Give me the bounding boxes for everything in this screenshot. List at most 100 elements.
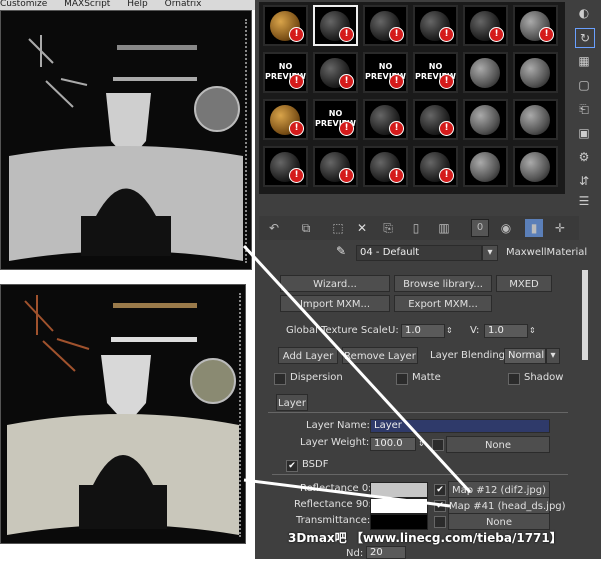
material-slot[interactable]: ! [263, 146, 308, 187]
nd-field[interactable]: 20 [366, 546, 406, 559]
material-slot[interactable] [463, 146, 508, 187]
sample-uv-tiling-icon[interactable]: ▢ [575, 76, 593, 94]
import-mxm-button[interactable]: Import MXM... [280, 295, 390, 312]
material-name-dropdown-icon[interactable]: ▾ [482, 245, 498, 261]
go-to-parent-icon[interactable]: ✛ [551, 219, 569, 237]
dispersion-checkbox[interactable] [274, 373, 286, 385]
missing-map-warning-icon: ! [339, 74, 354, 89]
material-id-field[interactable]: 0 [471, 219, 489, 237]
material-slot[interactable]: NO PREVIEW! [413, 52, 458, 93]
reflectance90-color-swatch[interactable] [370, 498, 428, 514]
material-sphere-preview [520, 152, 550, 182]
menu-bar: Customize MAXScript Help Ornatrix [0, 0, 258, 10]
material-type-button[interactable]: MaxwellMaterial [506, 246, 587, 260]
transmittance-map-checkbox[interactable] [434, 516, 446, 528]
material-slot[interactable]: ! [413, 99, 458, 140]
u-spinner-icon[interactable]: ⇕ [446, 324, 453, 338]
make-preview-icon[interactable]: ▣ [575, 124, 593, 142]
material-slot[interactable] [513, 99, 558, 140]
transmittance-color-swatch[interactable] [370, 514, 428, 530]
uv-viewport-top[interactable] [0, 10, 252, 270]
material-slot[interactable]: ! [313, 52, 358, 93]
layer-name-label: Layer Name: [306, 420, 370, 431]
material-slot[interactable]: ! [363, 146, 408, 187]
material-slot[interactable] [463, 52, 508, 93]
put-to-scene-icon[interactable]: ⧉ [297, 219, 315, 237]
get-material-icon[interactable]: ↶ [265, 219, 283, 237]
remove-layer-button[interactable]: Remove Layer [342, 347, 418, 364]
backlight-icon[interactable]: ↻ [575, 28, 595, 48]
material-slot[interactable]: ! [313, 146, 358, 187]
add-layer-button[interactable]: Add Layer [278, 347, 338, 364]
matte-label: Matte [412, 372, 441, 383]
missing-map-warning-icon: ! [489, 27, 504, 42]
export-mxm-button[interactable]: Export MXM... [394, 295, 492, 312]
material-slot[interactable]: ! [413, 146, 458, 187]
missing-map-warning-icon: ! [439, 74, 454, 89]
video-color-check-icon[interactable]: ⎗ [575, 100, 593, 118]
material-sphere-preview [520, 58, 550, 88]
layer-blending-dropdown-icon[interactable]: ▾ [546, 348, 560, 364]
material-slot[interactable]: ! [363, 99, 408, 140]
transmittance-map-button[interactable]: None [448, 513, 550, 530]
material-slot[interactable]: ! [413, 5, 458, 46]
material-slot[interactable]: ! [463, 5, 508, 46]
material-slot[interactable]: ! [363, 5, 408, 46]
layer-weight-field[interactable]: 100.0 [370, 437, 416, 451]
show-in-viewport-icon[interactable]: ◉ [497, 219, 515, 237]
wizard-button[interactable]: Wizard... [280, 275, 390, 292]
material-navigator-icon[interactable]: ☰ [575, 192, 593, 210]
material-id-channel-icon[interactable]: ▥ [435, 219, 453, 237]
material-slot[interactable]: NO PREVIEW! [363, 52, 408, 93]
v-scale-field[interactable]: 1.0 [484, 324, 528, 338]
sample-type-icon[interactable]: ◐ [575, 4, 593, 22]
uv-viewport-bottom[interactable] [0, 284, 246, 544]
panel-scrollbar[interactable] [582, 270, 588, 360]
shadow-checkbox[interactable] [508, 373, 520, 385]
reflectance0-map-button[interactable]: Map #12 (dif2.jpg) [448, 481, 550, 498]
material-slot[interactable]: ! [263, 99, 308, 140]
reflectance90-map-button[interactable]: Map #41 (head_ds.jpg) [448, 497, 566, 514]
matte-checkbox[interactable] [396, 373, 408, 385]
bsdf-checkbox[interactable]: ✔ [286, 460, 298, 472]
layer-weight-map-checkbox[interactable] [432, 439, 444, 451]
assign-to-selection-icon[interactable]: ⬚ [329, 219, 347, 237]
reflectance0-color-swatch[interactable] [370, 482, 428, 498]
material-slot[interactable] [513, 146, 558, 187]
reflectance0-map-checkbox[interactable]: ✔ [434, 484, 446, 496]
pick-material-icon[interactable]: ✎ [336, 244, 346, 258]
tab-layer[interactable]: Layer [276, 394, 308, 411]
layer-name-field[interactable]: Layer [370, 419, 550, 433]
material-sphere-preview [470, 152, 500, 182]
missing-map-warning-icon: ! [539, 27, 554, 42]
material-slot[interactable]: ! [313, 5, 358, 46]
make-unique-icon[interactable]: ⎘ [379, 219, 397, 237]
material-slot[interactable]: NO PREVIEW! [313, 99, 358, 140]
shadow-label: Shadow [524, 372, 564, 383]
options-icon[interactable]: ⚙ [575, 148, 593, 166]
material-slot[interactable]: ! [513, 5, 558, 46]
mxed-button[interactable]: MXED [496, 275, 552, 292]
u-scale-field[interactable]: 1.0 [401, 324, 445, 338]
material-slot[interactable]: ! [263, 5, 308, 46]
layer-weight-spinner-icon[interactable]: ⇕ [418, 437, 425, 451]
reflectance90-map-checkbox[interactable]: ✔ [434, 500, 446, 512]
v-spinner-icon[interactable]: ⇕ [529, 324, 536, 338]
put-to-library-icon[interactable]: ▯ [407, 219, 425, 237]
background-checker-icon[interactable]: ▦ [575, 52, 593, 70]
layer-weight-map-button[interactable]: None [446, 436, 550, 453]
layer-blending-select[interactable]: Normal [504, 348, 546, 364]
material-slot[interactable] [513, 52, 558, 93]
material-name-field[interactable]: 04 - Default [356, 245, 482, 261]
menu-item-ornatrix[interactable]: Ornatrix [165, 0, 202, 9]
material-slot[interactable]: NO PREVIEW! [263, 52, 308, 93]
select-by-material-icon[interactable]: ⇵ [575, 172, 593, 190]
show-end-result-icon[interactable]: ▮ [525, 219, 543, 237]
reset-map-icon[interactable]: ✕ [353, 219, 371, 237]
material-name-text: 04 - Default [360, 247, 420, 258]
menu-item-maxscript[interactable]: MAXScript [64, 0, 110, 9]
menu-item-customize[interactable]: Customize [0, 0, 47, 9]
material-slot[interactable] [463, 99, 508, 140]
menu-item-help[interactable]: Help [127, 0, 148, 9]
browse-library-button[interactable]: Browse library... [394, 275, 492, 292]
